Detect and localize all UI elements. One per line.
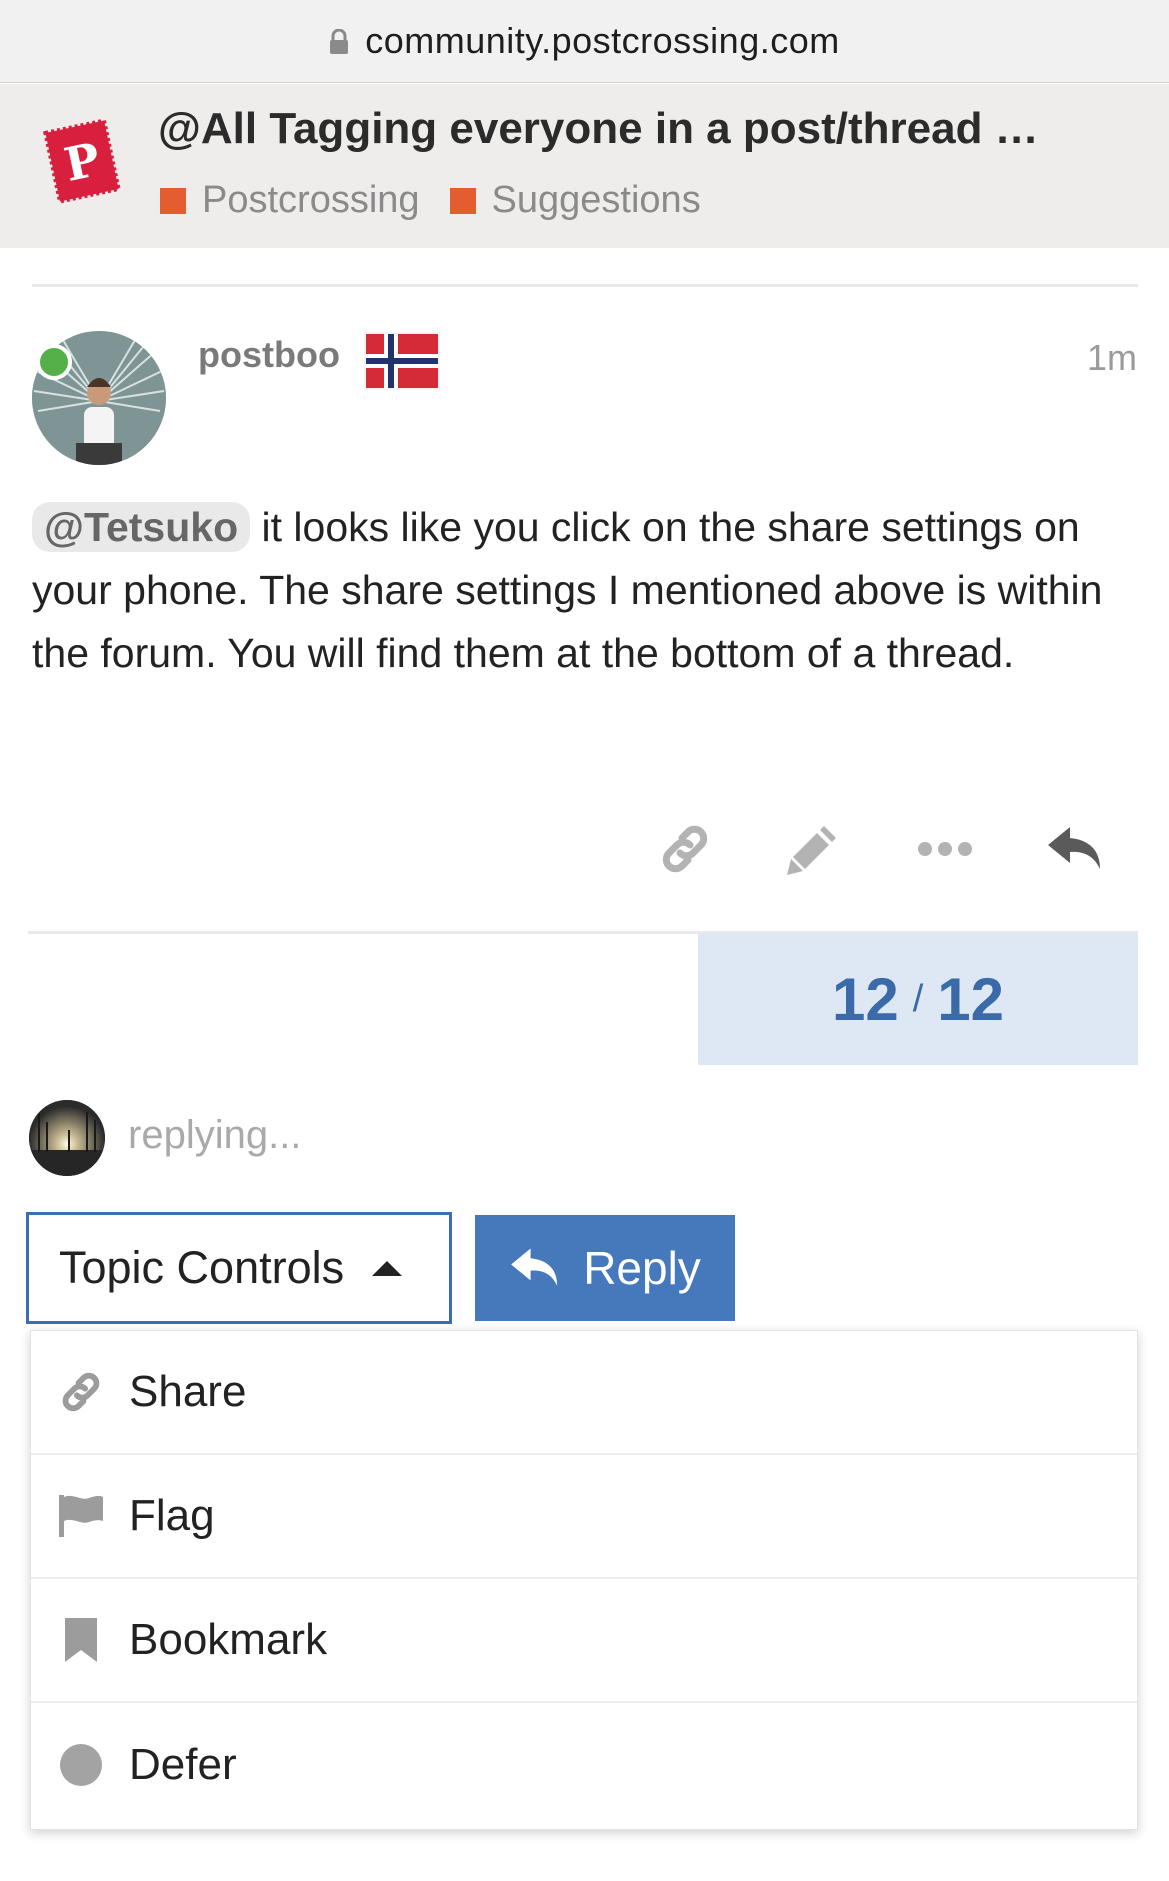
- norway-flag-icon: [364, 332, 440, 390]
- replying-user-avatar[interactable]: [29, 1100, 105, 1176]
- progress-total: 12: [937, 965, 1005, 1033]
- link-icon: [656, 820, 714, 883]
- category-color-square: [160, 187, 186, 214]
- browser-url-bar[interactable]: community.postcrossing.com: [0, 0, 1169, 83]
- url-text: community.postcrossing.com: [365, 20, 840, 61]
- category-label: Postcrossing: [202, 179, 420, 221]
- menu-item-defer[interactable]: Defer: [31, 1703, 1137, 1827]
- share-link-button[interactable]: [650, 818, 720, 884]
- post-timestamp[interactable]: 1m: [1087, 337, 1137, 379]
- divider: [32, 284, 1138, 287]
- reply-arrow-icon: [1046, 823, 1104, 880]
- edit-post-button[interactable]: [778, 818, 848, 884]
- category-list: Postcrossing Suggestions: [160, 179, 731, 222]
- bookmark-icon: [57, 1616, 105, 1664]
- progress-current: 12: [831, 965, 899, 1033]
- topic-controls-label: Topic Controls: [59, 1242, 345, 1293]
- replying-indicator: replying...: [128, 1113, 302, 1157]
- user-mention[interactable]: @Tetsuko: [32, 502, 251, 552]
- reply-button-label: Reply: [583, 1242, 701, 1294]
- circle-icon: [57, 1741, 105, 1789]
- category-postcrossing[interactable]: Postcrossing: [160, 179, 420, 222]
- more-actions-button[interactable]: [910, 818, 980, 884]
- topic-controls-dropdown[interactable]: Topic Controls: [26, 1212, 452, 1324]
- post-username[interactable]: postboo: [198, 334, 340, 376]
- menu-item-label: Share: [129, 1367, 247, 1416]
- more-icon: [917, 839, 973, 864]
- menu-item-flag[interactable]: Flag: [31, 1455, 1137, 1579]
- menu-item-label: Defer: [129, 1740, 237, 1789]
- lock-icon: [329, 28, 349, 55]
- topic-controls-menu: Share Flag Bookmark Defer: [30, 1330, 1138, 1830]
- topic-header: P @All Tagging everyone in a post/thread…: [0, 84, 1169, 248]
- menu-item-label: Bookmark: [129, 1615, 328, 1664]
- reply-button[interactable]: Reply: [475, 1215, 735, 1321]
- pencil-icon: [784, 820, 842, 883]
- category-label: Suggestions: [491, 179, 701, 221]
- category-suggestions[interactable]: Suggestions: [449, 179, 701, 222]
- postcrossing-logo[interactable]: P: [42, 118, 122, 204]
- caret-up-icon: [372, 1260, 403, 1276]
- progress-separator: /: [912, 977, 924, 1020]
- post-body: @Tetsuko it looks like you click on the …: [32, 496, 1142, 685]
- reply-to-post-button[interactable]: [1040, 818, 1110, 884]
- link-icon: [57, 1368, 105, 1416]
- reply-arrow-icon: [511, 1248, 558, 1286]
- menu-item-bookmark[interactable]: Bookmark: [31, 1579, 1137, 1703]
- online-status-indicator: [36, 344, 72, 380]
- flag-icon: [57, 1492, 105, 1540]
- category-color-square: [449, 187, 476, 214]
- topic-progress[interactable]: 12 / 12: [698, 933, 1138, 1065]
- menu-item-share[interactable]: Share: [31, 1331, 1137, 1455]
- menu-item-label: Flag: [129, 1491, 215, 1540]
- topic-title[interactable]: @All Tagging everyone in a post/thread …: [158, 104, 1158, 154]
